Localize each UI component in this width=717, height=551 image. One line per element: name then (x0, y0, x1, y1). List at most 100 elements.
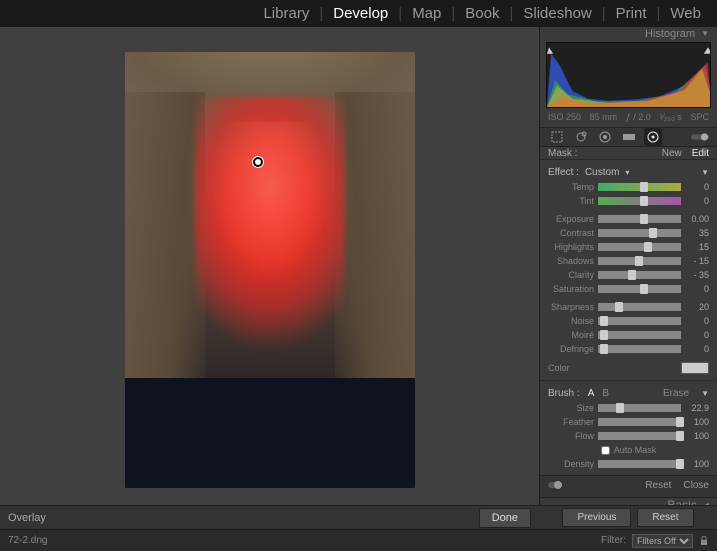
slider-track[interactable] (598, 404, 681, 412)
slider-label: Shadows (548, 256, 594, 266)
photo-preview[interactable] (125, 52, 415, 488)
mask-row: Mask : New Edit (540, 147, 717, 159)
nav-book[interactable]: Book (457, 5, 507, 22)
slider-label: Tint (548, 196, 594, 206)
slider-track[interactable] (598, 183, 681, 191)
slider-knob[interactable] (640, 284, 648, 294)
slider-track[interactable] (598, 257, 681, 265)
slider-track[interactable] (598, 345, 681, 353)
nav-develop[interactable]: Develop (325, 5, 396, 22)
slider-track[interactable] (598, 418, 681, 426)
effect-section: Effect : Custom ▾ ▼ Temp0 Tint0 Exposure… (540, 159, 717, 380)
automask-checkbox[interactable] (601, 446, 610, 455)
slider-knob[interactable] (640, 182, 648, 192)
slider-knob[interactable] (635, 256, 643, 266)
mask-edit[interactable]: Edit (692, 148, 709, 159)
slider-label: Highlights (548, 242, 594, 252)
reset-button[interactable]: Reset (637, 508, 693, 527)
nav-print[interactable]: Print (608, 5, 655, 22)
slider-track[interactable] (598, 215, 681, 223)
slider-knob[interactable] (600, 344, 608, 354)
slider-knob[interactable] (640, 214, 648, 224)
mask-new[interactable]: New (662, 148, 682, 159)
brush-b[interactable]: B (602, 388, 609, 399)
slider-value[interactable]: 100 (685, 431, 709, 441)
histogram-chart[interactable] (546, 42, 711, 108)
histogram-header[interactable]: Histogram ▼ (540, 27, 717, 40)
lock-icon[interactable] (699, 536, 709, 546)
brush-tool-icon[interactable] (644, 128, 662, 146)
photo-region (210, 122, 330, 282)
slider-value[interactable]: 0 (685, 344, 709, 354)
slider-label: Temp (548, 182, 594, 192)
nav-library[interactable]: Library (255, 5, 317, 22)
brush-a[interactable]: A (588, 388, 595, 399)
slider-value[interactable]: 0 (685, 182, 709, 192)
nav-sep: | (396, 5, 404, 22)
slider-knob[interactable] (676, 417, 684, 427)
slider-knob[interactable] (640, 196, 648, 206)
slider-knob[interactable] (644, 242, 652, 252)
color-swatch[interactable] (681, 362, 709, 374)
slider-value[interactable]: 0 (685, 330, 709, 340)
slider-knob[interactable] (615, 302, 623, 312)
slider-value[interactable]: 15 (685, 242, 709, 252)
slider-value[interactable]: 0 (685, 284, 709, 294)
slider-knob[interactable] (600, 330, 608, 340)
effect-header[interactable]: Effect : Custom ▾ ▼ (548, 164, 709, 180)
redeye-tool-icon[interactable] (596, 128, 614, 146)
close-button[interactable]: Close (683, 480, 709, 493)
effect-preset[interactable]: Custom (585, 167, 619, 178)
disclosure-icon: ▼ (701, 29, 709, 38)
filter-select[interactable]: Filters Off (632, 534, 693, 548)
nav-slideshow[interactable]: Slideshow (515, 5, 599, 22)
slider-knob[interactable] (616, 403, 624, 413)
slider-track[interactable] (598, 303, 681, 311)
slider-value[interactable]: - 15 (685, 256, 709, 266)
slider-value[interactable]: 22.9 (685, 403, 709, 413)
slider-label: Noise (548, 316, 594, 326)
slider-track[interactable] (598, 229, 681, 237)
spot-tool-icon[interactable] (572, 128, 590, 146)
filter-label: Filter: (601, 535, 626, 546)
slider-track[interactable] (598, 197, 681, 205)
image-canvas[interactable] (0, 27, 539, 512)
switch-icon[interactable] (691, 128, 709, 146)
slider-track[interactable] (598, 460, 681, 468)
crop-tool-icon[interactable] (548, 128, 566, 146)
reset-button[interactable]: Reset (645, 480, 671, 493)
slider-noise: Noise 0 (548, 314, 709, 328)
slider-track[interactable] (598, 285, 681, 293)
slider-knob[interactable] (676, 459, 684, 469)
slider-value[interactable]: 20 (685, 302, 709, 312)
overlay-label[interactable]: Overlay (8, 512, 46, 524)
slider-value[interactable]: - 35 (685, 270, 709, 280)
nav-web[interactable]: Web (662, 5, 709, 22)
slider-value[interactable]: 35 (685, 228, 709, 238)
switch-icon[interactable] (548, 480, 562, 493)
slider-knob[interactable] (649, 228, 657, 238)
slider-label: Density (548, 459, 594, 469)
previous-button[interactable]: Previous (562, 508, 631, 527)
slider-knob[interactable] (600, 316, 608, 326)
slider-value[interactable]: 0.00 (685, 214, 709, 224)
slider-value[interactable]: 0 (685, 316, 709, 326)
brush-header: Brush : A B Erase ▼ (548, 385, 709, 401)
slider-knob[interactable] (676, 431, 684, 441)
nav-map[interactable]: Map (404, 5, 449, 22)
brush-erase[interactable]: Erase (663, 388, 689, 399)
slider-track[interactable] (598, 243, 681, 251)
slider-value[interactable]: 0 (685, 196, 709, 206)
slider-knob[interactable] (628, 270, 636, 280)
slider-moire: Moiré0 (548, 328, 709, 342)
slider-value[interactable]: 100 (685, 417, 709, 427)
slider-track[interactable] (598, 331, 681, 339)
slider-track[interactable] (598, 432, 681, 440)
adjustment-pin[interactable] (253, 157, 263, 167)
done-button[interactable]: Done (479, 508, 531, 528)
slider-clarity: Clarity- 35 (548, 268, 709, 282)
slider-track[interactable] (598, 271, 681, 279)
slider-track[interactable] (598, 317, 681, 325)
slider-value[interactable]: 100 (685, 459, 709, 469)
gradient-tool-icon[interactable] (620, 128, 638, 146)
